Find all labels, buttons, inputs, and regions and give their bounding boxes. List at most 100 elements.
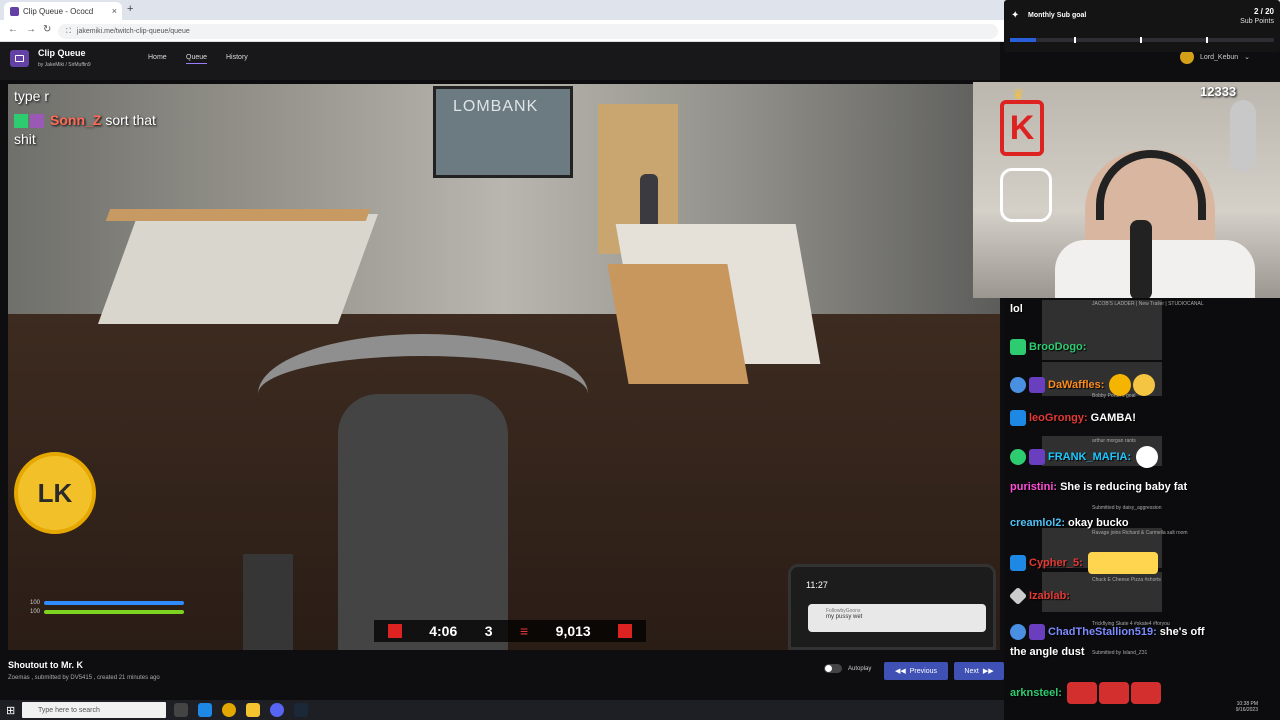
close-tab-icon[interactable]: × [112,6,117,16]
phone-notification: FollowbyGoons my pussy wet [808,604,986,632]
health-bar [44,610,185,614]
chat-message: the angle dust [1010,646,1085,658]
reload-icon[interactable]: ↻ [43,24,51,35]
rewind-icon: ◀◀ [894,668,906,675]
phone-notification-text: my pussy wet [826,614,863,620]
clip-title: Shoutout to Mr. K [8,660,83,670]
goal-tick [1206,37,1208,43]
skateboard-white [1230,100,1256,172]
chat-user: BrooDogo: [1029,340,1087,353]
chat-badge-icon [1029,449,1045,465]
chat-user: Cypher_5: [1029,556,1083,569]
scene-counter [97,214,379,324]
nav-home[interactable]: Home [148,54,167,61]
task-view-icon[interactable] [174,703,188,717]
app-subtitle: by JakeMiki / SirMuffin9 [38,62,91,68]
clip-meta: Zoemas , submitted by DV5415 , created 2… [8,675,160,681]
so-sick-emote-icon [1136,446,1159,468]
chat-badge-icon [1029,624,1045,640]
chrome-icon[interactable] [222,703,236,717]
tab-title: Clip Queue - Ococd [23,6,94,16]
scene-countertop [105,209,371,221]
url-text: jakemiki.me/twitch-clip-queue/queue [76,28,190,35]
chat-text: lol [1010,303,1023,315]
chat-user: FRANK_MAFIA: [1048,450,1132,463]
chat-text: okay bucko [1068,517,1129,529]
video-chat-text: sort that [105,112,156,128]
chat-badge-icon [1010,339,1026,355]
sub-goal-title: Monthly Sub goal [1028,12,1087,19]
user-avatar [1180,50,1194,64]
queued-clip-caption: Ravage joins Richard & Carmella salt roo… [1092,530,1188,536]
hud-score: 9,013 [555,623,591,639]
queued-clip-caption: JACOB'S LADDER | New Trailer | STUDIOCAN… [1092,301,1204,307]
taskbar-clock[interactable]: 10:38 PM 9/16/2023 [1218,701,1258,713]
chat-user: arknsteel: [1010,686,1062,699]
health-bars: 100 100 [30,600,185,615]
app-title: Clip Queue [38,48,86,58]
forward-icon[interactable]: → [26,24,36,35]
hud-count: 3 [484,623,493,639]
taskbar-search-placeholder: Type here to search [38,706,100,714]
chat-message: creamlol2: okay bucko [1010,517,1129,529]
browser-tab[interactable]: Clip Queue - Ococd × [4,2,122,20]
chat-text: She is reducing baby fat [1060,481,1188,493]
chat-message: leoGrongy: GAMBA! [1010,410,1136,426]
video-chat-user: Sonn_Z [50,112,102,128]
10-10-emote-icon [1098,682,1129,704]
sub-goal-unit: Sub Points [1240,18,1274,25]
autoplay-switch[interactable] [824,664,842,673]
chat-badge-icon [1010,449,1026,465]
url-field[interactable]: ⛶ jakemiki.me/twitch-clip-queue/queue [58,24,998,39]
goal-tick [1074,37,1076,43]
sub-goal-progress-fill [1010,38,1037,42]
user-menu[interactable]: Lord_Kebun ⌄ [1180,50,1250,64]
10-10-emote-icon [1066,682,1097,704]
game-hud: 4:06 3 ≡ 9,013 [374,620,646,642]
microphone-icon [1130,220,1152,300]
spongebob-emote-icon [1087,552,1158,574]
bull-head [338,394,508,650]
chat-user: creamlol2: [1010,517,1066,529]
file-explorer-icon[interactable] [246,703,260,717]
previous-button[interactable]: ◀◀ Previous [884,662,948,680]
edge-icon[interactable] [198,703,212,717]
windows-start-icon[interactable]: ⊞ [6,704,15,717]
app-header [0,42,1000,80]
faze-logo-icon: ≡ [520,623,529,639]
clip-queue-logo-icon [10,50,29,67]
chat-user: ChadTheStallion519: [1048,625,1157,638]
scene-gun [243,554,293,650]
hud-time: 4:06 [429,623,458,639]
chat-message: DaWaffles: [1010,374,1156,396]
video-player[interactable]: LOMBANK type r Sonn_Z sort that shit LK 1… [8,84,1000,650]
new-tab-button[interactable]: + [127,3,133,15]
back-icon[interactable]: ← [8,24,18,35]
chat-badge-icon [1010,410,1026,426]
sub-goal-count: 2 / 20 [1253,7,1274,16]
goal-tick [1140,37,1142,43]
autoplay-toggle[interactable]: Autoplay [824,664,871,673]
next-button[interactable]: Next ▶▶ [954,662,1004,680]
dragon-logo-icon [1000,168,1052,222]
site-info-icon[interactable]: ⛶ [66,28,71,36]
chat-text: GAMBA! [1090,411,1136,424]
chat-message: ChadTheStallion519: she's off [1010,624,1205,640]
taskbar-search[interactable]: Type here to search [22,702,166,718]
nav-queue[interactable]: Queue [186,54,208,64]
chat-user: leoGrongy: [1029,411,1088,424]
chat-text: she's off [1159,625,1205,638]
k-logo-icon: K [1000,100,1044,156]
twitch-favicon-icon [10,6,19,16]
steam-icon[interactable] [294,703,308,717]
chat-message: lol [1010,303,1023,315]
video-chat-line: type r [14,88,50,104]
nav-history[interactable]: History [226,54,248,61]
discord-icon[interactable] [270,703,284,717]
video-chat-line: shit [14,131,36,147]
username: Lord_Kebun [1200,53,1239,61]
fast-forward-icon: ▶▶ [982,668,994,675]
chat-message: FRANK_MAFIA: [1010,446,1159,468]
streamer-shirt [1055,240,1255,300]
armor-bar [44,601,185,605]
